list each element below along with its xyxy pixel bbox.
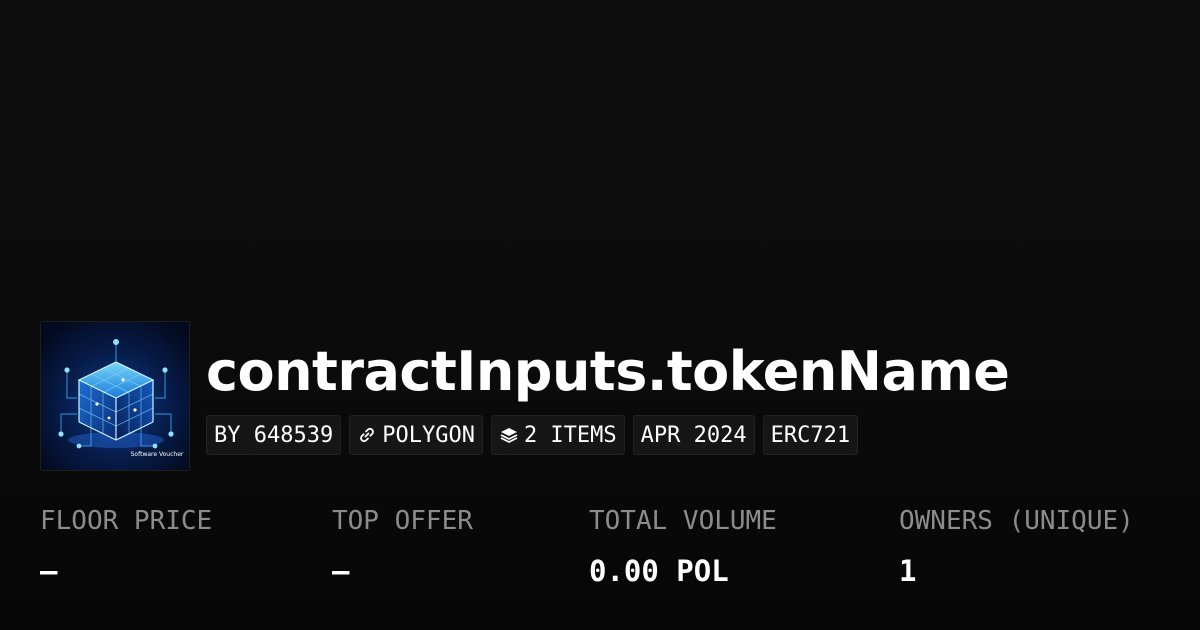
stat-floor-price: FLOOR PRICE – bbox=[40, 503, 212, 591]
stat-label: TOP OFFER bbox=[332, 506, 473, 536]
link-icon bbox=[357, 425, 377, 445]
stat-total-volume: TOTAL VOLUME 0.00 POL bbox=[589, 503, 777, 591]
stat-value: 1 bbox=[899, 554, 917, 588]
cube-circuit-image: Software Voucher bbox=[41, 322, 189, 470]
creator-tag-label: BY 648539 bbox=[214, 422, 334, 448]
stat-label: OWNERS (UNIQUE) bbox=[899, 506, 1134, 536]
collection-thumbnail: Software Voucher bbox=[40, 321, 190, 471]
collection-title: contractInputs.tokenName bbox=[206, 340, 1010, 403]
chain-tag[interactable]: POLYGON bbox=[349, 415, 483, 455]
stat-value: 0.00 POL bbox=[589, 554, 729, 588]
layers-icon bbox=[499, 425, 519, 445]
items-count-label: 2 ITEMS bbox=[523, 422, 617, 448]
token-standard-tag[interactable]: ERC721 bbox=[762, 415, 859, 455]
stat-label: FLOOR PRICE bbox=[40, 506, 213, 536]
stat-value: – bbox=[332, 554, 350, 588]
token-standard-label: ERC721 bbox=[770, 422, 851, 448]
thumbnail-caption: Software Voucher bbox=[131, 451, 184, 458]
stat-owners: OWNERS (UNIQUE) 1 bbox=[899, 503, 1134, 591]
created-date-tag[interactable]: APR 2024 bbox=[632, 415, 755, 455]
creator-tag[interactable]: BY 648539 bbox=[206, 415, 342, 455]
stat-top-offer: TOP OFFER – bbox=[332, 503, 473, 591]
created-date-label: APR 2024 bbox=[640, 422, 747, 448]
collection-tags: BY 648539 POLYGON 2 ITEMS APR 2024 ERC72… bbox=[206, 415, 859, 455]
stat-value: – bbox=[40, 554, 58, 588]
stat-label: TOTAL VOLUME bbox=[589, 506, 777, 536]
chain-tag-label: POLYGON bbox=[382, 422, 475, 448]
items-count-tag[interactable]: 2 ITEMS bbox=[490, 415, 625, 455]
